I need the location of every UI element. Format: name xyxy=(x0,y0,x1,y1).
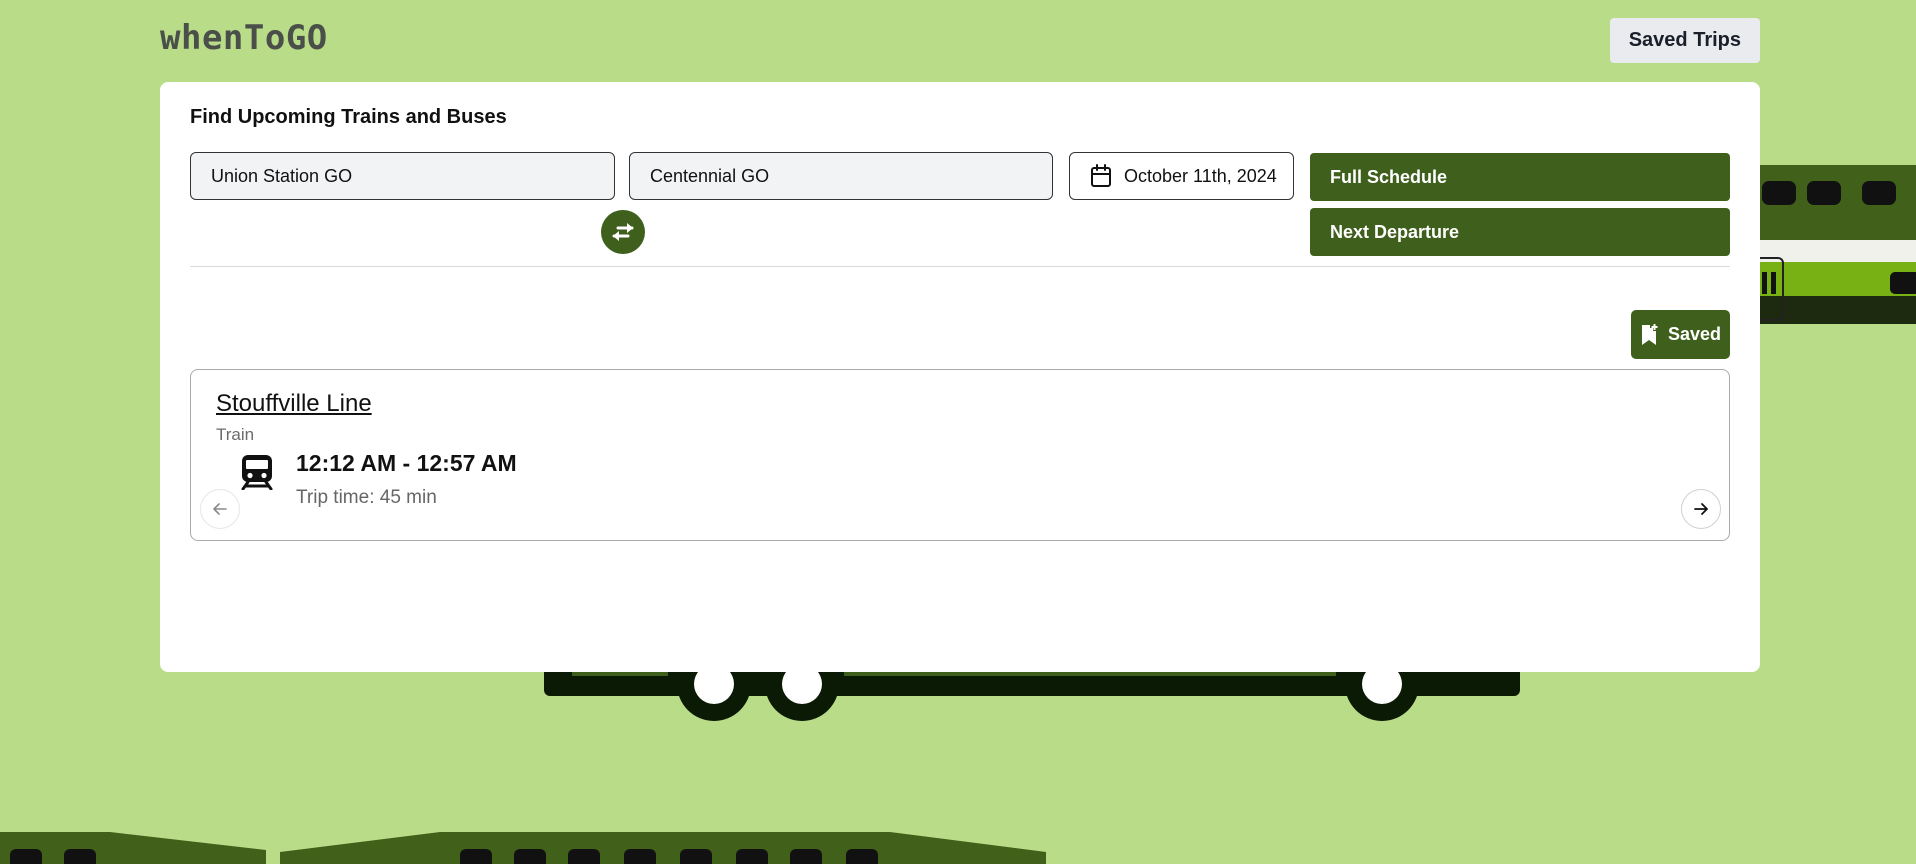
swap-icon xyxy=(609,220,637,244)
bottom-train-illustration xyxy=(0,832,1046,864)
bookmark-plus-icon xyxy=(1640,323,1660,346)
route-name-link[interactable]: Stouffville Line xyxy=(216,390,372,418)
swap-stations-button[interactable] xyxy=(601,210,645,254)
divider xyxy=(190,266,1730,267)
date-picker[interactable]: October 11th, 2024 xyxy=(1069,152,1294,200)
date-value: October 11th, 2024 xyxy=(1124,165,1277,186)
arrow-right-icon xyxy=(1692,500,1710,518)
next-departure-button[interactable]: Next Departure xyxy=(1310,208,1730,256)
calendar-icon xyxy=(1090,164,1112,188)
right-train-illustration xyxy=(1740,165,1916,324)
trip-duration: Trip time: 45 min xyxy=(296,487,437,508)
search-title: Find Upcoming Trains and Buses xyxy=(190,106,507,128)
arrow-left-icon xyxy=(211,500,229,518)
top-bar: whenToGO Saved Trips xyxy=(160,18,1760,64)
saved-button[interactable]: Saved xyxy=(1631,310,1730,359)
saved-trips-button[interactable]: Saved Trips xyxy=(1609,18,1760,63)
transit-mode: Train xyxy=(216,425,255,444)
next-trip-button[interactable] xyxy=(1681,489,1721,529)
origin-station-input[interactable] xyxy=(190,152,615,200)
app-logo[interactable]: whenToGO xyxy=(160,18,328,58)
previous-trip-button[interactable] xyxy=(200,489,240,529)
saved-label: Saved xyxy=(1667,324,1722,344)
trip-result-card: Stouffville Line Train 12:12 AM - 12:57 … xyxy=(190,369,1730,541)
search-card: Find Upcoming Trains and Buses October 1… xyxy=(160,82,1760,672)
train-icon xyxy=(241,454,273,495)
full-schedule-button[interactable]: Full Schedule xyxy=(1310,153,1730,201)
destination-station-input[interactable] xyxy=(629,152,1053,200)
trip-times: 12:12 AM - 12:57 AM xyxy=(296,450,517,476)
